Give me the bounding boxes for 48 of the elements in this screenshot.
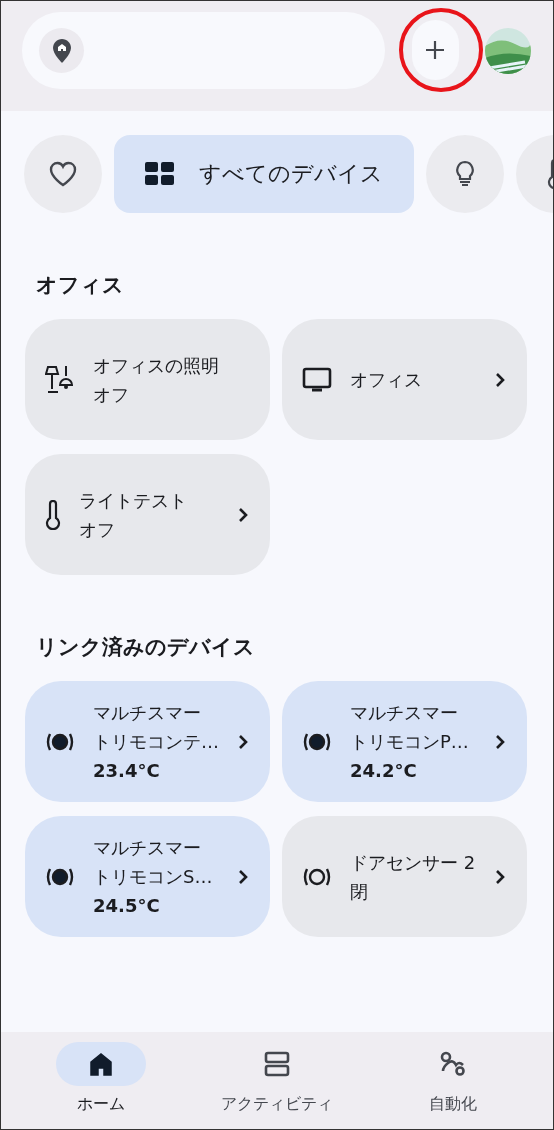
device-name: トリモコンS… xyxy=(93,865,214,889)
avatar-landscape-drawing[interactable] xyxy=(485,28,531,74)
grid-icon xyxy=(145,162,175,186)
device-card[interactable]: ライトテスト オフ xyxy=(25,454,270,575)
filter-chip[interactable]: すべてのデバイス xyxy=(114,135,414,213)
device-status: オフ xyxy=(79,517,116,542)
device-status: 24.2°C xyxy=(350,759,418,783)
device-status: 閉 xyxy=(350,879,369,904)
device-name: トリモコンP… xyxy=(350,730,470,754)
device-status: 23.4°C xyxy=(93,759,161,783)
add-button[interactable] xyxy=(411,20,459,80)
section-title: オフィス xyxy=(35,272,125,299)
light-bulb-icon xyxy=(454,160,476,188)
device-card[interactable]: マルチスマー トリモコンP… 24.2°C xyxy=(282,681,527,802)
device-name: トリモコンテ… xyxy=(93,730,220,754)
nav-tab[interactable]: ホーム xyxy=(26,1032,176,1129)
home-icon xyxy=(89,1052,113,1076)
device-card[interactable]: オフィス xyxy=(282,319,527,440)
home-pin-icon xyxy=(51,37,72,64)
heart-icon xyxy=(49,161,77,187)
device-card[interactable]: マルチスマー トリモコンS… 24.5°C xyxy=(25,816,270,937)
chevron-right-icon xyxy=(238,733,248,750)
chevron-right-icon xyxy=(238,506,248,523)
device-name: マルチスマー xyxy=(350,701,459,725)
device-name: ドアセンサー 2 xyxy=(350,850,477,875)
lamp-icon xyxy=(45,364,75,395)
section-title: リンク済みのデバイス xyxy=(35,634,256,661)
device-status: 24.5°C xyxy=(93,894,161,918)
chevron-right-icon xyxy=(495,371,505,388)
nav-tab[interactable]: アクティビティ xyxy=(202,1032,352,1129)
route-icon xyxy=(439,1051,467,1077)
chevron-right-icon xyxy=(238,868,248,885)
chevron-right-icon xyxy=(495,733,505,750)
thermometer-icon xyxy=(45,499,61,530)
device-card[interactable]: ドアセンサー 2 閉 xyxy=(282,816,527,937)
chevron-right-icon xyxy=(495,868,505,885)
device-name: ライトテスト xyxy=(79,488,188,513)
device-card[interactable]: オフィスの照明 オフ xyxy=(25,319,270,440)
nav-tab[interactable]: 自動化 xyxy=(378,1032,528,1129)
device-card[interactable]: マルチスマー トリモコンテ… 23.4°C xyxy=(25,681,270,802)
plus-icon xyxy=(425,40,445,60)
device-name: マルチスマー xyxy=(93,701,202,725)
device-name: マルチスマー xyxy=(93,836,202,860)
device-status: オフ xyxy=(93,382,130,407)
device-name: オフィス xyxy=(350,368,423,392)
monitor-icon xyxy=(302,365,332,394)
device-name: オフィスの照明 xyxy=(93,353,220,378)
list-icon xyxy=(264,1051,290,1077)
